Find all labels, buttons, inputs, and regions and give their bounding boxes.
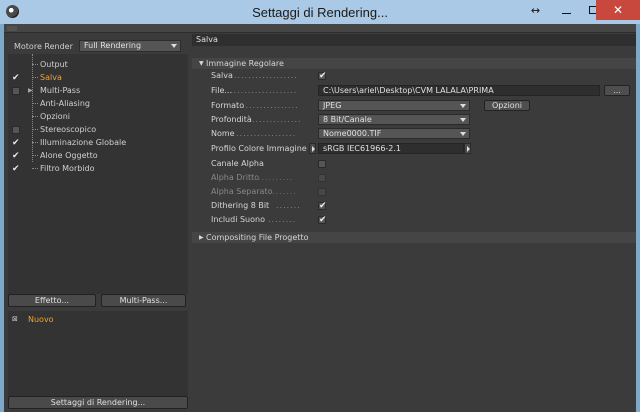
title-bar: Settaggi di Rendering... ↔ ✕ — [0, 0, 640, 24]
name-value: Nome0000.TIF — [323, 129, 382, 138]
render-presets-list: ⊠ Nuovo — [8, 311, 188, 396]
save-checkbox[interactable]: ✔ — [318, 72, 327, 81]
tree-item-soft-filter[interactable]: ✔ Filtro Morbido — [8, 162, 188, 175]
preset-item-new[interactable]: Nuovo — [28, 315, 54, 324]
tree-item-label: Filtro Morbido — [40, 164, 95, 173]
section-title: Compositing File Progetto — [206, 233, 309, 242]
prop-row-name: Nome ................. Nome0000.TIF — [192, 128, 636, 140]
left-panel: Motore Render Full Rendering Output ✔ Sa… — [4, 34, 190, 412]
depth-value: 8 Bit/Canale — [323, 115, 372, 124]
straight-alpha-checkbox — [318, 174, 326, 182]
depth-dropdown[interactable]: 8 Bit/Canale — [318, 114, 470, 125]
prop-label: Profilo Colore Immagine — [211, 144, 307, 153]
expand-triangle-icon: ▶ — [199, 234, 204, 241]
tree-item-label: Illuminazione Globale — [40, 138, 127, 147]
tree-item-check-icon[interactable]: ✔ — [12, 151, 20, 160]
profile-menu-arrow-icon[interactable] — [309, 143, 316, 154]
chevron-down-icon — [460, 132, 466, 136]
effects-button[interactable]: Effetto... — [8, 294, 96, 307]
options-button[interactable]: Opzioni — [484, 100, 530, 111]
tree-item-label: Opzioni — [40, 112, 70, 121]
dithering-checkbox[interactable]: ✔ — [318, 202, 327, 211]
tree-item-label: Stereoscopico — [40, 125, 97, 134]
tree-item-label: Multi-Pass — [40, 86, 81, 95]
minimize-icon — [562, 12, 571, 14]
preset-expand-icon[interactable]: ⊠ — [12, 315, 18, 323]
tree-item-checkbox[interactable] — [12, 125, 20, 134]
tree-item-save[interactable]: ✔ Salva — [8, 71, 188, 84]
prop-row-alpha-channel: Canale Alpha — [192, 158, 636, 170]
tree-item-label: Anti-Aliasing — [40, 99, 90, 108]
prop-row-separate-alpha: Alpha Separato ....... — [192, 186, 636, 198]
close-button[interactable]: ✕ — [596, 0, 640, 20]
alpha-channel-checkbox[interactable] — [318, 160, 326, 168]
tree-item-label: Output — [40, 60, 68, 69]
render-settings-button[interactable]: Settaggi di Rendering... — [8, 396, 188, 409]
section-title: Immagine Regolare — [206, 59, 284, 68]
separate-alpha-checkbox — [318, 188, 326, 196]
prop-row-file: File... ................... C:\Users\ari… — [192, 85, 636, 97]
tree-item-check-icon[interactable]: ✔ — [12, 164, 20, 173]
grip-icon[interactable] — [7, 26, 17, 31]
prop-row-dithering: Dithering 8 Bit ....... ✔ — [211, 201, 327, 211]
file-path-input[interactable]: C:\Users\ariel\Desktop\CVM LALALA\PRIMA — [318, 85, 600, 96]
tree-item-output[interactable]: Output — [8, 58, 188, 71]
collapse-triangle-icon: ▼ — [199, 60, 204, 67]
tree-item-options[interactable]: Opzioni — [8, 110, 188, 123]
prop-row-depth: Profondità .............. 8 Bit/Canale — [192, 114, 636, 126]
browse-button[interactable]: ... — [604, 85, 630, 96]
tree-item-stereoscopic[interactable]: Stereoscopico — [8, 123, 188, 136]
tree-item-checkbox[interactable] — [12, 86, 20, 95]
prop-row-color-profile: Profilo Colore Immagine sRGB IEC61966-2.… — [192, 143, 636, 155]
renderer-dropdown[interactable]: Full Rendering — [79, 40, 181, 52]
chevron-down-icon — [460, 104, 466, 108]
color-profile-field[interactable]: sRGB IEC61966-2.1 — [318, 143, 464, 154]
chevron-down-icon — [171, 44, 177, 48]
include-sound-checkbox[interactable]: ✔ — [318, 216, 327, 225]
right-panel: Salva ▼ Immagine Regolare Salva ........… — [192, 34, 636, 412]
tree-item-anti-aliasing[interactable]: Anti-Aliasing — [8, 97, 188, 110]
minimize-button[interactable] — [553, 0, 580, 20]
tree-item-label: Salva — [40, 73, 62, 82]
profile-menu-arrow-icon[interactable] — [464, 143, 471, 154]
panel-header: Salva — [192, 34, 636, 46]
tree-item-object-glow[interactable]: ✔ Alone Oggetto — [8, 149, 188, 162]
format-dropdown[interactable]: JPEG — [318, 100, 470, 111]
section-regular-image[interactable]: ▼ Immagine Regolare — [192, 58, 636, 69]
resize-icon[interactable]: ↔ — [522, 0, 549, 20]
render-settings-window: Motore Render Full Rendering Output ✔ Sa… — [4, 24, 636, 412]
tree-item-global-illumination[interactable]: ✔ Illuminazione Globale — [8, 136, 188, 149]
panel-grip-strip — [4, 24, 636, 33]
renderer-value: Full Rendering — [84, 41, 142, 50]
tree-item-check-icon[interactable]: ✔ — [12, 73, 20, 82]
tree-item-multipass[interactable]: ▶ Multi-Pass — [8, 84, 188, 97]
tree-item-label: Alone Oggetto — [40, 151, 98, 160]
format-value: JPEG — [323, 101, 342, 110]
tree-item-check-icon[interactable]: ✔ — [12, 138, 20, 147]
settings-tree: Output ✔ Salva ▶ Multi-Pass Anti-Aliasin… — [8, 54, 188, 294]
prop-row-include-sound: Includi Suono ........ ✔ — [211, 215, 327, 225]
prop-row-format: Formato ................ JPEG Opzioni — [192, 100, 636, 112]
renderer-row: Motore Render Full Rendering — [14, 40, 181, 52]
name-dropdown[interactable]: Nome0000.TIF — [318, 128, 470, 139]
prop-row-save: Salva .................. ✔ — [211, 71, 327, 81]
section-compositing-project-file[interactable]: ▶ Compositing File Progetto — [192, 232, 636, 243]
renderer-label: Motore Render — [14, 41, 73, 51]
prop-label: Canale Alpha — [211, 159, 264, 168]
prop-row-straight-alpha: Alpha Dritto .......... — [192, 172, 636, 184]
multipass-button[interactable]: Multi-Pass... — [101, 294, 186, 307]
chevron-down-icon — [460, 118, 466, 122]
expand-arrow-icon[interactable]: ▶ — [28, 87, 33, 94]
